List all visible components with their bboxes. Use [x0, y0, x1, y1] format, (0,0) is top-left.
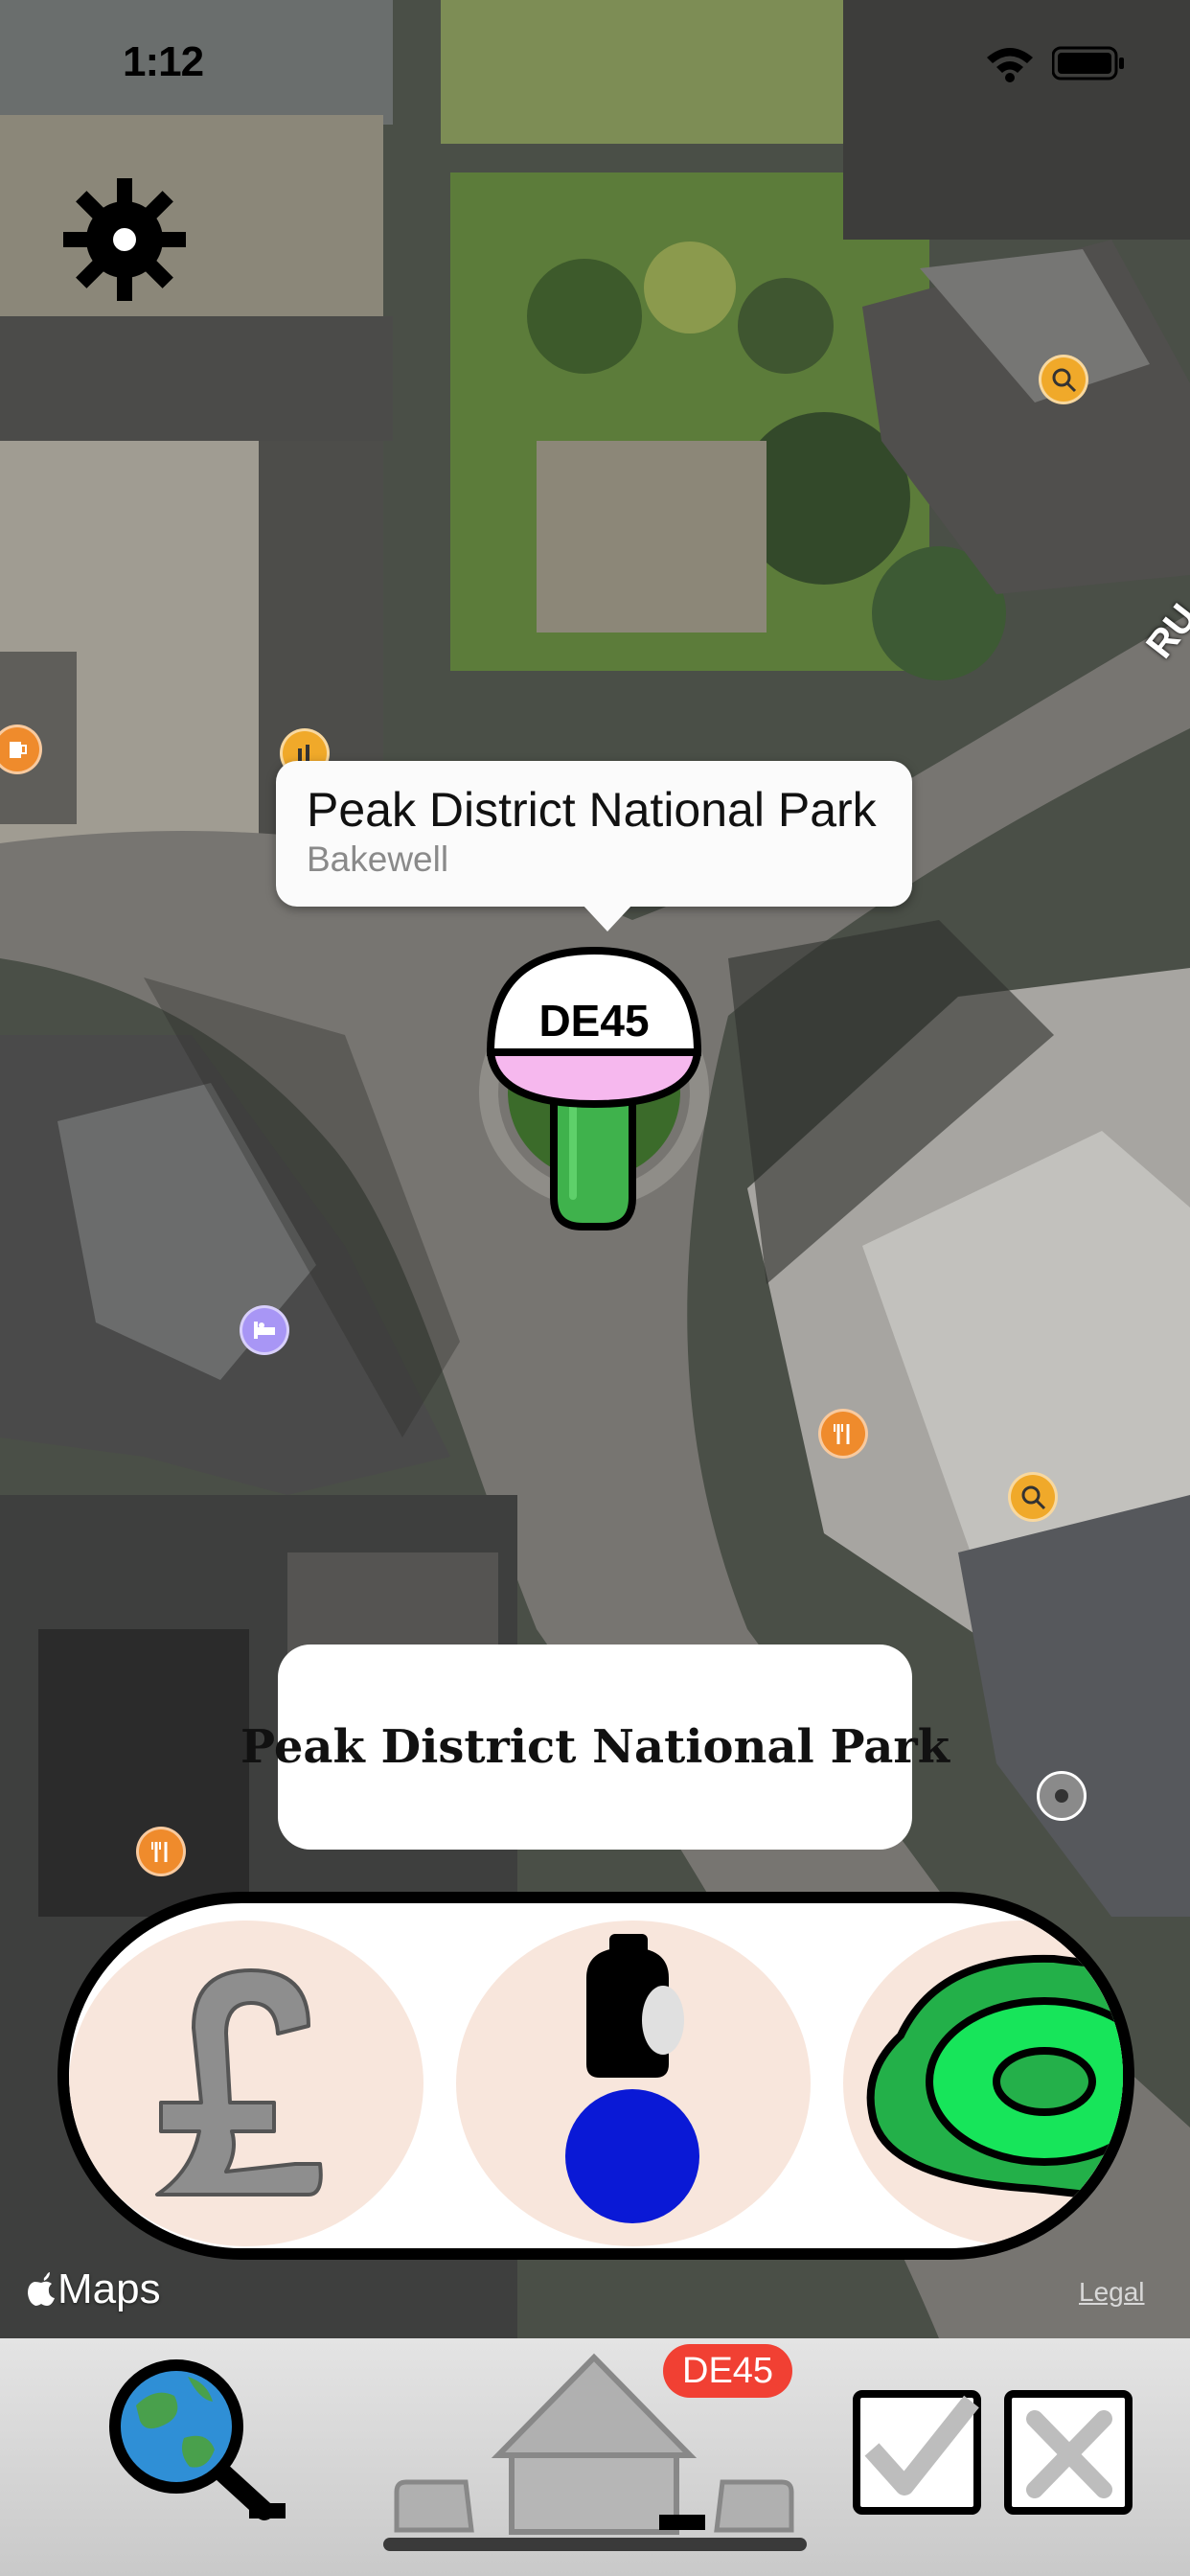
action-pill	[57, 1892, 1134, 2260]
tennis-poi-icon[interactable]	[1039, 355, 1088, 404]
place-callout[interactable]: Peak District National Park Bakewell	[276, 761, 912, 932]
restaurant-poi-icon[interactable]	[818, 1409, 868, 1459]
location-poi-icon[interactable]	[1037, 1771, 1087, 1821]
road-sign-label: DE45	[538, 996, 650, 1046]
road-sign-pin-icon	[486, 946, 702, 1230]
restaurant-poi-icon[interactable]	[136, 1827, 186, 1876]
place-name-card[interactable]: Peak District National Park	[240, 1644, 950, 1850]
callout-title: Peak District National Park	[307, 783, 877, 837]
battery-icon	[1052, 46, 1124, 80]
place-name: Peak District National Park	[240, 1720, 950, 1774]
maps-brand: Maps	[57, 2266, 161, 2312]
tennis-poi-icon[interactable]	[1008, 1472, 1058, 1522]
globe-search-icon[interactable]	[107, 2358, 289, 2530]
settings-gear-icon[interactable]	[61, 176, 188, 303]
price-button[interactable]	[69, 1920, 423, 2246]
maps-attribution: Maps	[27, 2266, 161, 2313]
legal-link[interactable]: Legal	[1079, 2277, 1145, 2308]
pound-icon	[155, 1968, 323, 2196]
toilet-icon	[565, 1934, 699, 2223]
apple-logo-icon	[28, 2272, 55, 2306]
home-badge: DE45	[663, 2344, 793, 2398]
toilet-button[interactable]	[456, 1920, 811, 2246]
track-button[interactable]	[843, 1920, 1123, 2246]
close-icon[interactable]	[1004, 2390, 1133, 2515]
checkmark-icon[interactable]	[853, 2390, 981, 2515]
hotel-poi-icon[interactable]	[240, 1305, 289, 1355]
home-indicator	[383, 2538, 807, 2551]
status-time: 1:12	[123, 38, 204, 85]
road-sign-pin[interactable]: DE45	[486, 946, 702, 1234]
callout-subtitle: Bakewell	[307, 840, 449, 879]
wifi-icon	[987, 48, 1033, 82]
green-ring-icon	[866, 1954, 1123, 2203]
